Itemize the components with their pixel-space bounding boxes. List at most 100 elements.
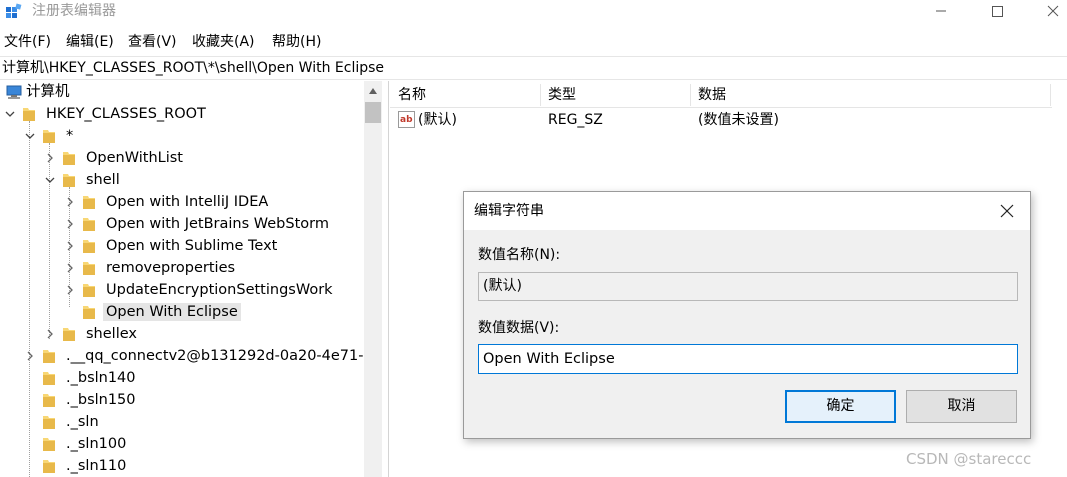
folder-icon [83,240,95,253]
address-bar[interactable]: 计算机\HKEY_CLASSES_ROOT\*\shell\Open With … [0,56,1067,80]
chevron-down-icon[interactable] [45,175,55,185]
folder-icon [43,350,55,363]
column-divider[interactable] [690,84,691,106]
tree-item-label: ._bsln140 [66,370,136,386]
tree-item-bsln150[interactable]: ._bsln150 [0,389,364,411]
folder-icon [43,130,55,143]
values-list-header: 名称 类型 数据 [390,82,1052,108]
tree-item-label: ._sln [66,414,99,430]
menu-bar: 文件(F) 编辑(E) 查看(V) 收藏夹(A) 帮助(H) [0,30,1067,54]
column-data[interactable]: 数据 [698,87,726,104]
cancel-button[interactable]: 取消 [906,390,1017,423]
folder-icon [43,416,55,429]
maximize-button[interactable] [974,0,1020,24]
pane-splitter[interactable] [388,81,389,477]
chevron-right-icon[interactable] [45,153,55,163]
folder-icon [83,262,95,275]
dialog-title-bar: 编辑字符串 [464,192,1030,230]
tree-item-open-with-intellij[interactable]: Open with IntelliJ IDEA [0,191,364,213]
tree-item-hkcr[interactable]: HKEY_CLASSES_ROOT [0,103,364,125]
tree-item-label: shellex [86,326,137,342]
registry-tree: 计算机 HKEY_CLASSES_ROOT * OpenWithList she… [0,81,382,477]
chevron-down-icon[interactable] [5,109,15,119]
value-name-label: 数值名称(N): [478,247,561,263]
tree-item-shellex[interactable]: shellex [0,323,364,345]
folder-icon [83,284,95,297]
tree-item-label: UpdateEncryptionSettingsWork [106,282,333,298]
folder-icon [23,108,35,121]
ok-button[interactable]: 确定 [785,390,896,423]
menu-view[interactable]: 查看(V) [128,33,177,51]
value-type: REG_SZ [548,112,603,128]
tree-item-star[interactable]: * [0,125,364,147]
tree-item-shell[interactable]: shell [0,169,364,191]
scroll-up-icon[interactable] [368,87,378,95]
chevron-right-icon[interactable] [65,197,75,207]
table-row[interactable]: ab (默认) REG_SZ (数值未设置) [390,111,1052,131]
value-data-input[interactable] [478,344,1018,374]
folder-icon [63,174,75,187]
chevron-right-icon[interactable] [45,329,55,339]
menu-help[interactable]: 帮助(H) [272,33,321,51]
close-icon[interactable] [997,202,1017,220]
column-name[interactable]: 名称 [398,87,426,104]
tree-item-label: removeproperties [106,260,236,276]
address-path: 计算机\HKEY_CLASSES_ROOT\*\shell\Open With … [2,60,385,76]
tree-item-label: HKEY_CLASSES_ROOT [46,106,206,122]
tree-item-openwithlist[interactable]: OpenWithList [0,147,364,169]
tree-item-label: shell [86,172,120,188]
value-name: (默认) [418,112,457,128]
title-bar: 注册表编辑器 [0,0,1067,24]
edit-string-dialog: 编辑字符串 数值名称(N): (默认) 数值数据(V): 确定 取消 [463,191,1031,439]
tree-item-sln110[interactable]: ._sln110 [0,455,364,477]
tree-item-removeproperties[interactable]: removeproperties [0,257,364,279]
chevron-down-icon[interactable] [25,131,35,141]
tree-item-open-with-eclipse[interactable]: Open With Eclipse [0,301,364,323]
tree-item-sln100[interactable]: ._sln100 [0,433,364,455]
svg-text:ab: ab [400,115,413,125]
tree-item-label: Open with IntelliJ IDEA [106,194,269,210]
tree-item-sln[interactable]: ._sln [0,411,364,433]
chevron-right-icon[interactable] [65,219,75,229]
chevron-right-icon[interactable] [65,285,75,295]
folder-icon [43,372,55,385]
close-icon [1047,5,1059,17]
chevron-right-icon[interactable] [65,241,75,251]
folder-icon [43,438,55,451]
tree-scrollbar[interactable] [364,81,382,477]
tree-item-computer[interactable]: 计算机 [0,81,364,103]
folder-icon [43,394,55,407]
tree-item-open-with-webstorm[interactable]: Open with JetBrains WebStorm [0,213,364,235]
close-window-button[interactable] [1030,0,1067,24]
chevron-right-icon[interactable] [25,351,35,361]
tree-item-open-with-sublime[interactable]: Open with Sublime Text [0,235,364,257]
watermark: CSDN @stareccc [906,450,1032,468]
tree-item-label: Open With Eclipse [103,303,241,321]
tree-item-bsln140[interactable]: ._bsln140 [0,367,364,389]
tree-item-label: Open with JetBrains WebStorm [106,216,329,232]
tree-item-label: OpenWithList [86,150,183,166]
minimize-icon [936,10,946,12]
tree-item-qq-connect[interactable]: .__qq_connectv2@b131292d-0a20-4e71- [0,345,364,367]
value-data-label: 数值数据(V): [478,320,560,336]
menu-file[interactable]: 文件(F) [4,33,51,51]
column-divider[interactable] [1050,84,1051,106]
column-divider[interactable] [540,84,541,106]
folder-icon [83,306,95,319]
tree-item-label: 计算机 [26,84,70,100]
folder-icon [83,218,95,231]
window-title: 注册表编辑器 [32,3,116,19]
value-data: (数值未设置) [698,112,779,128]
column-type[interactable]: 类型 [548,87,576,104]
scroll-thumb[interactable] [365,102,381,123]
tree-item-label: ._bsln150 [66,392,136,408]
dialog-title: 编辑字符串 [474,203,544,219]
menu-edit[interactable]: 编辑(E) [66,33,114,51]
folder-icon [63,152,75,165]
folder-icon [43,460,55,473]
minimize-button[interactable] [918,0,964,24]
chevron-right-icon[interactable] [65,263,75,273]
menu-favorites[interactable]: 收藏夹(A) [192,33,255,51]
folder-icon [83,196,95,209]
tree-item-update-encryption[interactable]: UpdateEncryptionSettingsWork [0,279,364,301]
